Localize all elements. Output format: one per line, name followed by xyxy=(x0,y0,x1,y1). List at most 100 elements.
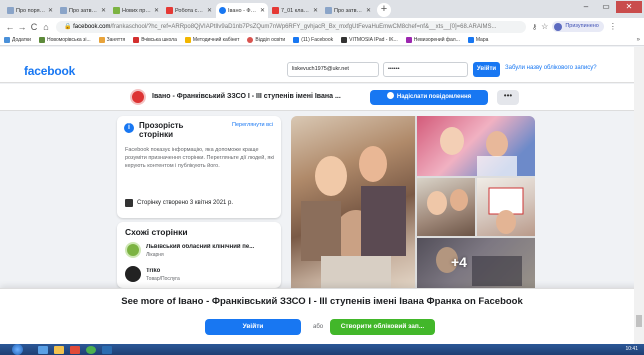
login-prompt-footer: See more of Івано - Франківський ЗЗСО I … xyxy=(0,288,644,344)
calendar-icon xyxy=(125,199,133,207)
page-name[interactable]: Івано - Франківський ЗЗСО I - III ступен… xyxy=(152,93,341,100)
facebook-icon xyxy=(293,37,300,43)
folder-taskbar-icon[interactable] xyxy=(54,346,64,354)
browser-tab[interactable]: Про порядок заро✕ xyxy=(4,3,56,18)
browser-tab[interactable]: Про затвердженн✕ xyxy=(322,3,374,18)
similar-page-name[interactable]: Triko xyxy=(146,268,274,274)
more-photos-count[interactable]: +4 xyxy=(451,254,467,270)
browser-tab[interactable]: Про затвердженн✕ xyxy=(57,3,109,18)
bookmark-label: Вчівська школа xyxy=(141,37,177,43)
similar-page-category: Лікарня xyxy=(146,252,164,258)
bookmark-item[interactable]: (11) Facebook xyxy=(293,37,333,43)
maximize-button[interactable]: ▭ xyxy=(596,1,616,13)
bookmark-item[interactable]: Додатки xyxy=(4,37,31,43)
similar-page-name[interactable]: Львівський обласний клінічний пе... xyxy=(146,244,274,250)
reload-icon[interactable]: C xyxy=(28,22,40,32)
bookmark-item[interactable]: Заняття xyxy=(98,37,126,43)
bookmark-favicon-icon xyxy=(133,37,140,43)
minimize-button[interactable]: – xyxy=(576,1,596,13)
photo-main[interactable] xyxy=(291,116,415,294)
tab-close-icon[interactable]: ✕ xyxy=(101,7,106,14)
url-domain: facebook.com xyxy=(73,23,111,30)
transparency-description: Facebook показує інформацію, яка допомож… xyxy=(125,147,274,169)
bookmark-item[interactable]: Вчівська школа xyxy=(133,37,177,43)
create-account-button[interactable]: Створити обліковий зап... xyxy=(330,319,435,335)
close-window-button[interactable]: ✕ xyxy=(616,1,642,13)
messenger-icon xyxy=(386,92,394,99)
bookmarks-overflow-icon[interactable]: » xyxy=(637,35,640,45)
header-login-button[interactable]: Увійти xyxy=(473,62,500,77)
bookmark-item[interactable]: Невизорений фал... xyxy=(405,37,460,43)
photo-thumb-image xyxy=(427,189,468,215)
bookmark-label: (11) Facebook xyxy=(301,37,334,43)
tab-favicon-icon xyxy=(272,7,279,14)
tab-close-icon[interactable]: ✕ xyxy=(48,7,53,14)
password-field[interactable]: •••••• xyxy=(383,62,468,77)
tab-label: Нових про вичини xyxy=(122,7,152,14)
page-avatar[interactable] xyxy=(130,89,146,105)
new-tab-button[interactable]: + xyxy=(377,3,391,17)
similar-pages-title: Схожі сторінки xyxy=(125,227,188,237)
browser-tab[interactable]: Робота соціальн✕ xyxy=(163,3,215,18)
photo-main-image xyxy=(301,146,406,294)
bookmark-favicon-icon xyxy=(38,37,45,43)
bookmark-label: Заняття xyxy=(106,37,126,43)
media-taskbar-icon[interactable] xyxy=(70,346,80,354)
tab-favicon-icon xyxy=(219,7,226,14)
facebook-logo[interactable]: facebook xyxy=(24,64,75,78)
send-message-button[interactable]: Надіслати повідомлення xyxy=(370,90,488,105)
tab-close-icon[interactable]: ✕ xyxy=(313,7,318,14)
home-icon[interactable]: ⌂ xyxy=(40,22,52,32)
bookmark-label: Методичний кабінет xyxy=(192,37,240,43)
page-header-strip: Івано - Франківський ЗЗСО I - III ступен… xyxy=(0,84,644,111)
address-bar-row: ← → C ⌂ 🔒 facebook.com/frankaschool/?hc_… xyxy=(0,18,644,35)
photo-thumb[interactable] xyxy=(477,178,535,236)
similar-page-item[interactable]: Triko Товар/Послуга xyxy=(125,266,275,286)
tab-favicon-icon xyxy=(60,7,67,14)
forward-icon[interactable]: → xyxy=(16,22,28,32)
similar-page-item[interactable]: Львівський обласний клінічний пе... Ліка… xyxy=(125,242,275,262)
url-input[interactable]: 🔒 facebook.com/frankaschool/?hc_ref=ARRp… xyxy=(56,20,526,33)
profile-button[interactable]: Призупинено xyxy=(552,21,604,32)
explorer-taskbar-icon[interactable] xyxy=(38,346,48,354)
bookmark-item[interactable]: Методичний кабінет xyxy=(184,37,240,43)
browser-tab[interactable]: Нових про вичини✕ xyxy=(110,3,162,18)
key-icon[interactable]: ⚷ xyxy=(532,23,537,31)
browser-menu-icon[interactable]: ⋮ xyxy=(609,22,617,31)
browser-tab-active[interactable]: Івано - Франківс✕ xyxy=(216,3,268,18)
bookmark-favicon-icon xyxy=(405,37,412,43)
start-button[interactable] xyxy=(12,344,23,355)
more-options-button[interactable]: ••• xyxy=(497,90,519,105)
photo-grid: +4 xyxy=(291,116,535,294)
bookmark-star-icon[interactable]: ☆ xyxy=(541,22,548,31)
tab-close-icon[interactable]: ✕ xyxy=(260,7,265,14)
email-field[interactable]: liskevuch1975@ukr.net xyxy=(287,62,379,77)
word-taskbar-icon[interactable] xyxy=(102,346,112,354)
chrome-taskbar-icon[interactable] xyxy=(86,346,96,354)
bookmark-item[interactable]: Mapa xyxy=(467,37,488,43)
forgot-account-link[interactable]: Забули назву облікового запису? xyxy=(505,65,597,71)
tab-label: Про затвердженн xyxy=(69,7,99,14)
photo-thumb[interactable] xyxy=(417,238,535,294)
photo-thumb[interactable] xyxy=(417,116,535,176)
tab-favicon-icon xyxy=(166,7,173,14)
bookmark-item[interactable]: VITMOSIA IPad - IK... xyxy=(341,37,398,43)
bookmark-favicon-icon xyxy=(98,37,105,43)
tab-close-icon[interactable]: ✕ xyxy=(207,7,212,14)
back-icon[interactable]: ← xyxy=(4,22,16,32)
profile-avatar xyxy=(554,22,563,31)
photo-thumb[interactable] xyxy=(417,178,475,236)
page-scrollbar[interactable] xyxy=(634,47,644,344)
profile-label: Призупинено xyxy=(565,23,599,29)
bookmark-item[interactable]: Відділ освіти xyxy=(247,37,285,43)
windows-taskbar: 10:41 xyxy=(0,344,644,355)
tab-close-icon[interactable]: ✕ xyxy=(154,7,159,14)
tab-favicon-icon xyxy=(7,7,14,14)
tab-close-icon[interactable]: ✕ xyxy=(366,7,371,14)
bookmark-item[interactable]: Новоморівська зі... xyxy=(38,37,91,43)
footer-login-button[interactable]: Увійти xyxy=(205,319,301,335)
see-all-link[interactable]: Переглянути всі xyxy=(232,122,273,128)
browser-tab[interactable]: 7_01 клас Фізика✕ xyxy=(269,3,321,18)
lock-icon: 🔒 xyxy=(64,23,74,30)
scrollbar-thumb[interactable] xyxy=(636,315,642,327)
